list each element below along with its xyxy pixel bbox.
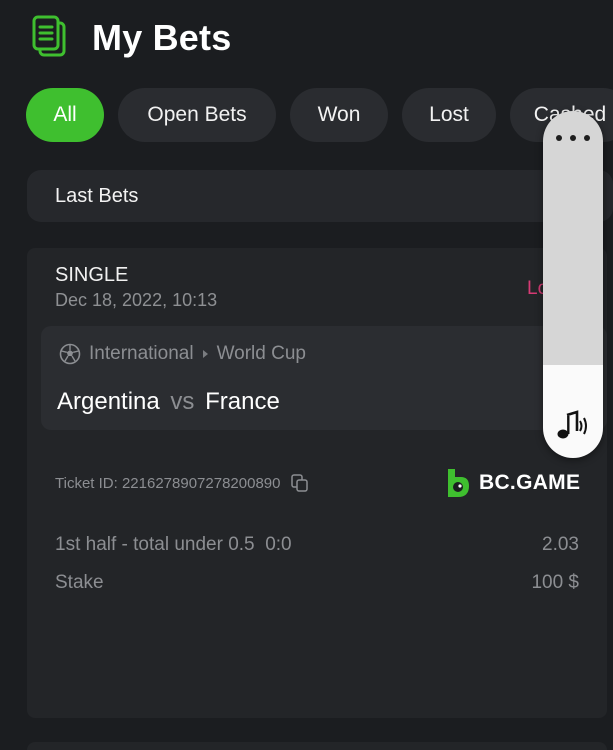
stake-value: 100 $: [531, 572, 579, 593]
brand-name: BC.GAME: [479, 471, 581, 494]
brand-logo: BC.GAME: [445, 466, 580, 500]
next-bet-card[interactable]: [27, 742, 607, 750]
tab-all[interactable]: All: [26, 88, 104, 142]
away-team: France: [205, 388, 280, 415]
more-dots-icon[interactable]: [556, 131, 590, 145]
versus-label: vs: [170, 388, 195, 415]
ticket-label: Ticket ID:: [55, 474, 118, 492]
league-breadcrumb: International World Cup: [59, 342, 306, 366]
last-bets-dropdown[interactable]: Last Bets: [27, 170, 613, 222]
copy-icon[interactable]: [290, 473, 310, 493]
league-category: International: [89, 343, 194, 364]
bet-type: SINGLE: [55, 264, 129, 286]
league-tournament: World Cup: [216, 343, 306, 364]
stake-label: Stake: [55, 572, 104, 593]
bet-date: Dec 18, 2022, 10:13: [55, 290, 218, 310]
bc-game-logo-icon: [448, 469, 469, 497]
breadcrumb-separator-icon: [202, 350, 208, 358]
tab-lost[interactable]: Lost: [402, 88, 496, 142]
bet-filter-tabs: All Open Bets Won Lost Cashed: [26, 88, 613, 142]
selection-score: 0:0: [265, 534, 292, 555]
selection-odds: 2.03: [542, 534, 579, 555]
soccer-ball-icon: [59, 343, 81, 365]
page-title: My Bets: [92, 17, 232, 58]
receipt-icon: [32, 15, 66, 57]
stake-row: Stake 100 $: [55, 572, 579, 594]
match-teams: Argentina vs France: [57, 388, 280, 416]
floating-media-control[interactable]: [543, 111, 603, 458]
tab-won[interactable]: Won: [290, 88, 388, 142]
page-header: My Bets: [30, 12, 231, 64]
ticket-id: Ticket ID: 2216278907278200890: [55, 472, 310, 494]
media-control-panel: [543, 111, 603, 365]
selection-row: 1st half - total under 0.5 0:0 2.03: [55, 534, 579, 556]
sound-icon[interactable]: [555, 409, 591, 443]
tab-open-bets[interactable]: Open Bets: [118, 88, 276, 142]
home-team: Argentina: [57, 388, 160, 415]
selection-market: 1st half - total under 0.5: [55, 534, 255, 555]
last-bets-label: Last Bets: [55, 184, 139, 207]
ticket-number: 2216278907278200890: [121, 474, 281, 492]
event-info[interactable]: International World Cup Argentina vs Fra…: [41, 326, 607, 430]
bet-card[interactable]: SINGLE Dec 18, 2022, 10:13 Lost Internat…: [27, 248, 607, 718]
